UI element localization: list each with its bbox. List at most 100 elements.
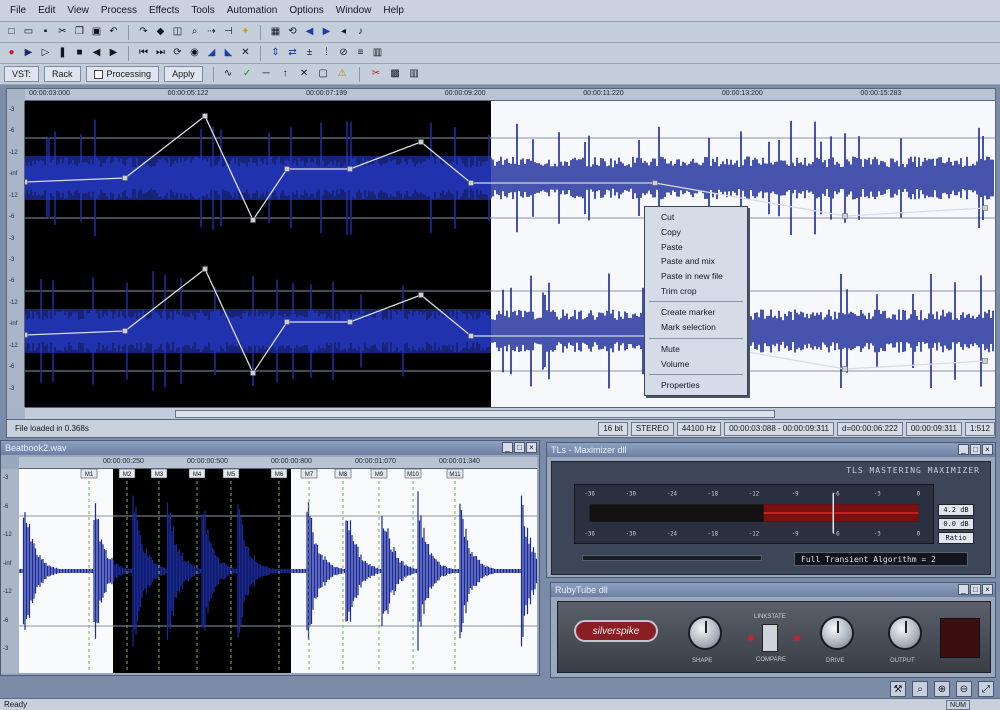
scrollbar-thumb[interactable] [175,410,775,418]
shape-knob[interactable] [688,616,722,650]
context-item-trim-crop[interactable]: Trim crop [645,283,747,298]
maximize-button[interactable]: □ [970,584,981,595]
context-item-volume[interactable]: Volume [645,356,747,371]
zoom-in-icon[interactable]: ⊕ [934,681,950,697]
envelope-point[interactable] [250,217,256,223]
grid-icon[interactable]: ▦ [268,25,283,40]
save-icon[interactable]: ▪ [38,25,53,40]
pause-icon[interactable]: ❚ [55,46,70,61]
menu-automation[interactable]: Automation [221,5,284,16]
magnify-icon[interactable]: ⌕ [912,681,928,697]
envelope-point[interactable] [347,319,353,325]
envelope-point[interactable] [418,139,424,145]
window-title-bar[interactable]: Beatbook2.wav _ □ × [1,441,539,455]
envelope-point[interactable] [982,358,988,364]
processing-checkbox[interactable] [93,69,103,79]
envelope-point[interactable] [652,180,658,186]
dc-icon[interactable]: ≡ [353,46,368,61]
trash-icon[interactable]: ▥ [407,67,422,82]
envelope-point[interactable] [468,333,474,339]
new-icon[interactable]: □ [4,25,19,40]
envelope-icon[interactable]: ∿ [221,67,236,82]
envelope-point[interactable] [842,213,848,219]
envelope-point[interactable] [418,292,424,298]
menu-help[interactable]: Help [377,5,410,16]
fade-out-icon[interactable]: ◣ [221,46,236,61]
time-ruler[interactable]: 00:00:03:000 00:00:05:122 00:00:07:199 00:0… [25,89,995,101]
context-item-mark-selection[interactable]: Mark selection [645,320,747,335]
envelope-point[interactable] [202,266,208,272]
trash-icon[interactable]: ▥ [370,46,385,61]
minimize-button[interactable]: _ [502,442,513,453]
redo-icon[interactable]: ↷ [136,25,151,40]
close-button[interactable]: × [982,584,993,595]
context-item-mute[interactable]: Mute [645,342,747,357]
snap-icon[interactable]: ⊣ [221,25,236,40]
envelope-point[interactable] [25,179,28,185]
readout-box[interactable]: Ratio [938,532,974,544]
envelope-point[interactable] [468,180,474,186]
window-title-bar[interactable]: RubyTube dll _ □ × [551,583,995,597]
horizontal-scrollbar[interactable] [25,407,995,419]
threshold-slider[interactable] [582,555,762,561]
readout-box[interactable]: 0.0 dB [938,518,974,530]
window-title-bar[interactable]: TLs - Maximizer dll _ □ × [547,443,995,457]
markers-icon[interactable]: ⁞ [319,46,334,61]
arrow-left-icon[interactable]: ◀ [302,25,317,40]
menu-edit[interactable]: Edit [32,5,61,16]
context-item-paste-and-mix[interactable]: Paste and mix [645,254,747,269]
region-icon[interactable]: ◫ [170,25,185,40]
minimize-button[interactable]: _ [958,584,969,595]
select-icon[interactable]: ⇢ [204,25,219,40]
paste-icon[interactable]: ▣ [89,25,104,40]
lock-icon[interactable]: ▩ [388,67,403,82]
arrow-left-small-icon[interactable]: ◂ [336,25,351,40]
cut-icon[interactable]: ✂ [55,25,70,40]
check-icon[interactable]: ✓ [240,67,255,82]
close-button[interactable]: × [982,444,993,455]
context-item-paste-in-new-file[interactable]: Paste in new file [645,269,747,284]
envelope-point[interactable] [284,319,290,325]
minimize-button[interactable]: _ [958,444,969,455]
loop-icon[interactable]: ⟲ [285,25,300,40]
compare-switch[interactable] [762,624,778,652]
beatbook-waveform[interactable]: M1 M2 M3 M4 M5 M6 M7 M8 M9 M10 M11 [19,469,537,673]
envelope-point[interactable] [842,366,848,372]
mute-icon[interactable]: ⊘ [336,46,351,61]
menu-process[interactable]: Process [95,5,143,16]
menu-options[interactable]: Options [283,5,329,16]
marker-icon[interactable]: ◆ [153,25,168,40]
play-icon[interactable]: ▶ [21,46,36,61]
speaker-icon[interactable]: ♪ [353,25,368,40]
main-waveform[interactable] [25,101,995,407]
reverse-icon[interactable]: ⇄ [285,46,300,61]
monitor-icon[interactable]: ◉ [187,46,202,61]
zoom-out-icon[interactable]: ⊖ [956,681,972,697]
loop-play-icon[interactable]: ⟳ [170,46,185,61]
stop-icon[interactable]: ■ [72,46,87,61]
algorithm-select[interactable]: Full Transient Algorithm = 2 [794,552,968,566]
context-item-paste[interactable]: Paste [645,239,747,254]
bulb-icon[interactable]: ✦ [238,25,253,40]
record-icon[interactable]: ● [4,46,19,61]
maximize-button[interactable]: □ [970,444,981,455]
fit-icon[interactable]: ⤢ [978,681,994,697]
gain-icon[interactable]: ± [302,46,317,61]
envelope-point[interactable] [122,175,128,181]
context-item-properties[interactable]: Properties [645,378,747,393]
apply-button[interactable]: Apply [164,66,203,82]
go-end-icon[interactable]: ⏭ [153,46,168,61]
drive-knob[interactable] [820,616,854,650]
context-item-create-marker[interactable]: Create marker [645,305,747,320]
play-all-icon[interactable]: ▷ [38,46,53,61]
copy-icon[interactable]: ❐ [72,25,87,40]
envelope-point[interactable] [347,166,353,172]
rack-button[interactable]: Rack [44,66,81,82]
envelope-point[interactable] [250,370,256,376]
menu-file[interactable]: File [4,5,32,16]
beatbook-time-ruler[interactable]: 00:00:00:250 00:00:00:500 00:00:00:800 00:0… [19,457,537,469]
menu-view[interactable]: View [61,5,95,16]
rewind-icon[interactable]: ◀ [89,46,104,61]
crossfade-icon[interactable]: ✕ [238,46,253,61]
warning-icon[interactable]: ⚠ [335,67,350,82]
